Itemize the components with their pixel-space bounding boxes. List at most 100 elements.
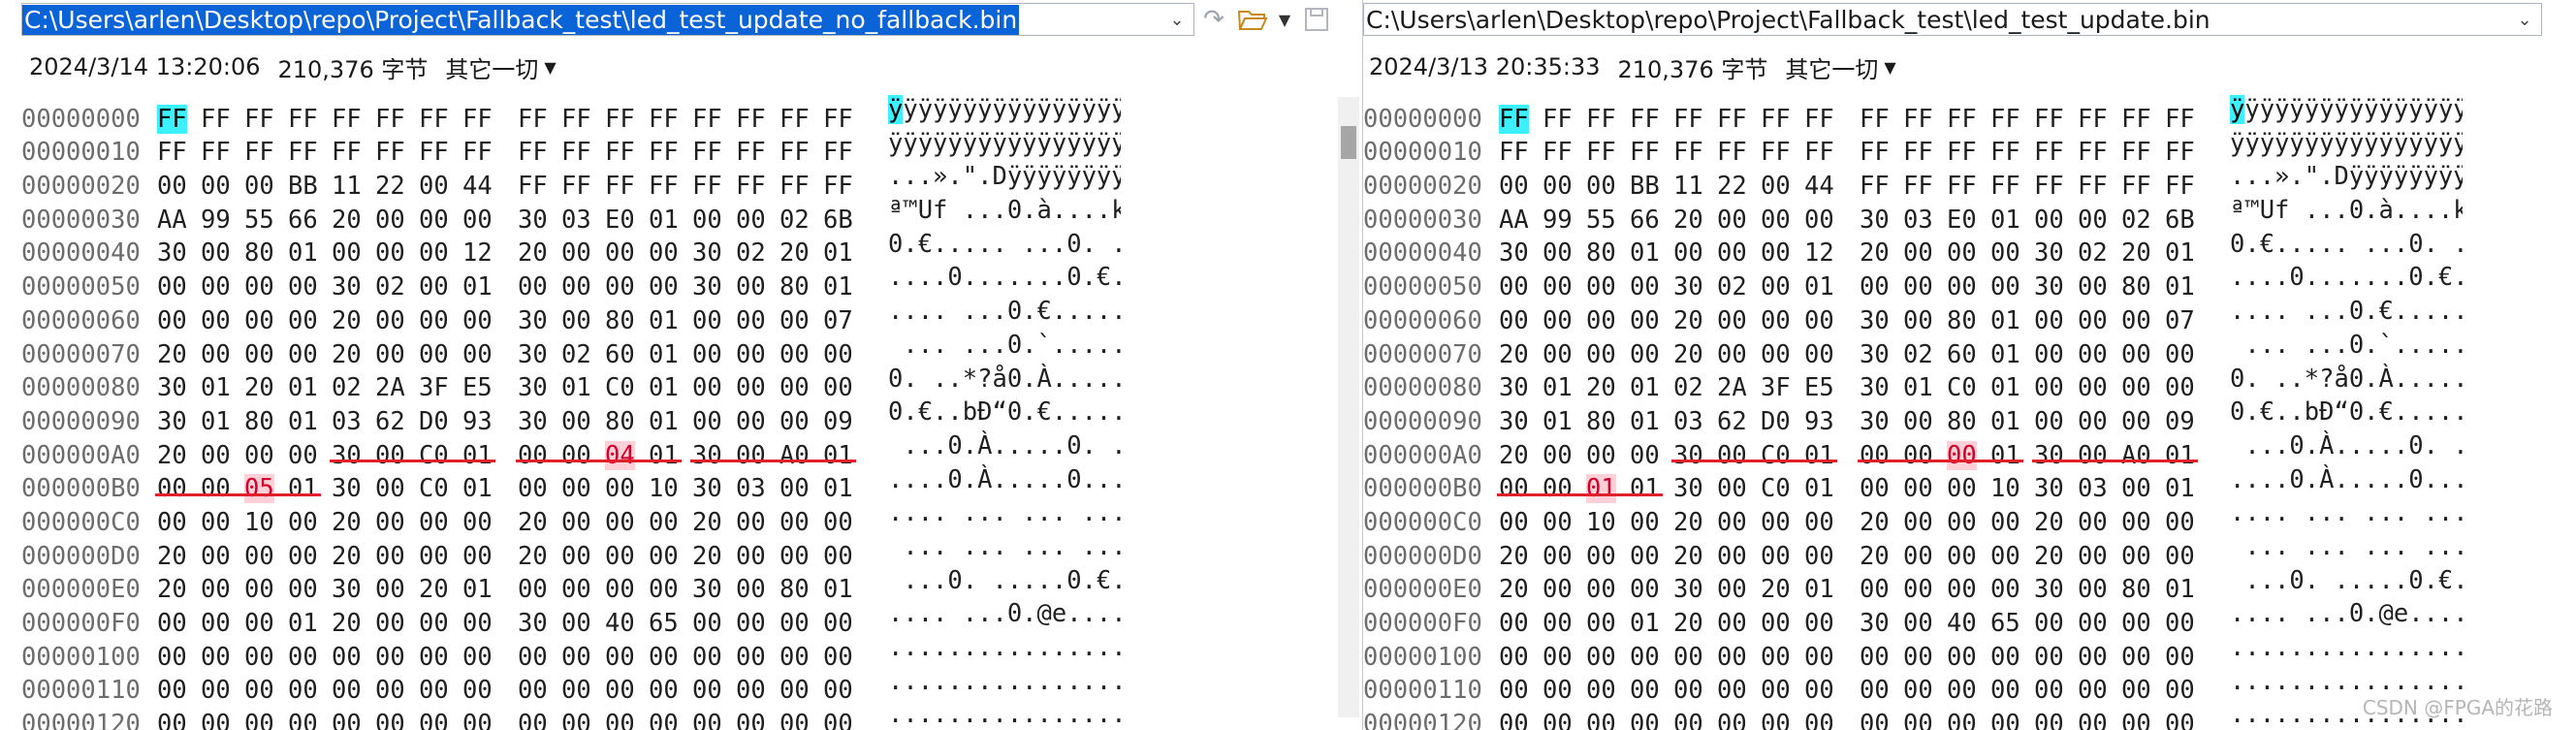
chevron-down-icon[interactable]: ⌄ [1164, 6, 1190, 33]
hex-row[interactable]: 00000100 00 00 00 00 00 00 00 00 00 00 00 00 00 00 00 00… [21, 631, 1121, 672]
hex-byte[interactable]: 00 [2078, 708, 2121, 730]
ascii-column[interactable]: ................ [888, 698, 1121, 730]
ascii-column[interactable]: .... ...0.@e.... [888, 597, 1121, 631]
hex-byte[interactable]: 00 [1990, 708, 2034, 730]
hex-byte[interactable]: 00 [605, 708, 649, 730]
ascii-column[interactable]: ...0.À.....0. . [2230, 429, 2463, 463]
hex-row[interactable]: 00000030 AA 99 55 66 20 00 00 00 30 03 E0 01 00 00 02 6B… [21, 194, 1121, 235]
ascii-column[interactable]: ................ [2230, 631, 2463, 665]
hex-row[interactable]: 000000C0 00 00 10 00 20 00 00 00 20 00 00 00 20 00 00 00… [1363, 496, 2463, 537]
ascii-column[interactable]: ª™Uf ...0.à....k [888, 194, 1121, 228]
hex-row[interactable]: 00000030 AA 99 55 66 20 00 00 00 30 03 E0 01 00 00 02 6B… [1363, 194, 2463, 235]
ascii-column[interactable]: ....0.......0.€. [888, 261, 1121, 295]
hex-row[interactable]: 00000020 00 00 00 BB 11 22 00 44 FF FF FF FF FF FF FF FF… [21, 160, 1121, 201]
ascii-column[interactable]: ....0.À.....0... [2230, 463, 2463, 497]
hex-byte[interactable]: 00 [2165, 708, 2209, 730]
hex-row[interactable]: 00000080 30 01 20 01 02 2A 3F E5 30 01 C0 01 00 00 00 00… [21, 363, 1121, 403]
hex-byte[interactable]: 00 [1804, 708, 1848, 730]
hex-byte[interactable]: 00 [1947, 708, 1990, 730]
ascii-column[interactable]: .... ...0.€..... [2230, 295, 2463, 329]
hex-byte[interactable]: 00 [1903, 708, 1947, 730]
left-path-combobox[interactable]: C:\Users\arlen\Desktop\repo\Project\Fall… [21, 3, 1194, 36]
hex-byte[interactable]: 00 [649, 708, 692, 730]
right-hex-view[interactable]: 00000000 FF FF FF FF FF FF FF FF FF FF FF FF FF FF FF FF… [1363, 93, 2463, 730]
left-encoding[interactable]: 其它一切 [445, 50, 538, 84]
hex-byte[interactable]: 00 [419, 708, 462, 730]
hex-row[interactable]: 00000100 00 00 00 00 00 00 00 00 00 00 00 00 00 00 00 00… [1363, 631, 2463, 672]
hex-byte[interactable]: 00 [1586, 708, 1630, 730]
hex-row[interactable]: 00000090 30 01 80 01 03 62 D0 93 30 00 80 01 00 00 00 09… [1363, 396, 2463, 436]
hex-row[interactable]: 000000C0 00 00 10 00 20 00 00 00 20 00 00 00 20 00 00 00… [21, 496, 1121, 537]
hex-byte[interactable]: 00 [462, 708, 506, 730]
ascii-column[interactable]: 0.€..... ...0. . [2230, 228, 2463, 262]
ascii-column[interactable]: 0. ..*?å0.À..... [888, 363, 1121, 397]
hex-row[interactable]: 00000080 30 01 20 01 02 2A 3F E5 30 01 C0 01 00 00 00 00… [1363, 363, 2463, 403]
hex-byte[interactable]: 00 [2121, 708, 2165, 730]
hex-row[interactable]: 00000000 FF FF FF FF FF FF FF FF FF FF FF FF FF FF FF FF… [1363, 93, 2463, 134]
ascii-column[interactable]: ................ [888, 631, 1121, 665]
hex-row[interactable]: 000000D0 20 00 00 00 20 00 00 00 20 00 00 00 20 00 00 00… [1363, 530, 2463, 571]
ascii-column[interactable]: ÿÿÿÿÿÿÿÿÿÿÿÿÿÿÿÿ [2230, 93, 2463, 127]
save-icon[interactable] [1297, 3, 1336, 36]
chevron-down-icon[interactable]: ▼ [1272, 3, 1297, 36]
left-path-text[interactable]: C:\Users\arlen\Desktop\repo\Project\Fall… [22, 4, 1020, 35]
hex-byte[interactable]: 00 [157, 708, 201, 730]
hex-byte[interactable]: 00 [288, 708, 332, 730]
ascii-column[interactable]: ... ...0.`..... [888, 329, 1121, 363]
ascii-column[interactable]: 0. ..*?å0.À..... [2230, 363, 2463, 397]
ascii-column[interactable]: ... ... ... ... [888, 530, 1121, 564]
hex-row[interactable]: 00000050 00 00 00 00 30 02 00 01 00 00 00 00 30 00 80 01… [21, 261, 1121, 302]
ascii-column[interactable]: ª™Uf ...0.à....k [2230, 194, 2463, 228]
right-path-combobox[interactable]: C:\Users\arlen\Desktop\repo\Project\Fall… [1363, 3, 2542, 36]
hex-row[interactable]: 000000D0 20 00 00 00 20 00 00 00 20 00 00 00 20 00 00 00… [21, 530, 1121, 571]
hex-row[interactable]: 000000B0 00 00 01 01 30 00 C0 01 00 00 00 10 30 03 00 01… [1363, 463, 2463, 504]
hex-row[interactable]: 00000000 FF FF FF FF FF FF FF FF FF FF FF FF FF FF FF FF… [21, 93, 1121, 134]
ascii-column[interactable]: .... ...0.€..... [888, 295, 1121, 329]
undo-icon[interactable]: ↷ [1194, 3, 1233, 36]
folder-open-icon[interactable] [1233, 3, 1272, 36]
hex-byte[interactable]: 00 [375, 708, 419, 730]
hex-byte[interactable]: 00 [332, 708, 375, 730]
hex-row[interactable]: 00000020 00 00 00 BB 11 22 00 44 FF FF FF FF FF FF FF FF… [1363, 160, 2463, 201]
hex-byte[interactable]: 00 [779, 708, 823, 730]
hex-byte[interactable]: 00 [561, 708, 605, 730]
ascii-column[interactable]: ÿÿÿÿÿÿÿÿÿÿÿÿÿÿÿÿ [888, 127, 1121, 161]
ascii-column[interactable]: ...0. .....0.€. [2230, 564, 2463, 598]
hex-row[interactable]: 00000040 30 00 80 01 00 00 00 12 20 00 00 00 30 02 20 01… [21, 228, 1121, 269]
right-path-text[interactable]: C:\Users\arlen\Desktop\repo\Project\Fall… [1364, 6, 2210, 34]
hex-byte[interactable]: 00 [244, 708, 288, 730]
hex-byte[interactable]: 00 [1761, 708, 1804, 730]
hex-row[interactable]: 00000090 30 01 80 01 03 62 D0 93 30 00 80 01 00 00 00 09… [21, 396, 1121, 436]
ascii-column[interactable]: ÿÿÿÿÿÿÿÿÿÿÿÿÿÿÿÿ [888, 93, 1121, 127]
hex-byte[interactable]: 00 [201, 708, 244, 730]
ascii-column[interactable]: ÿÿÿÿÿÿÿÿÿÿÿÿÿÿÿÿ [2230, 127, 2463, 161]
hex-row[interactable]: 000000A0 20 00 00 00 30 00 C0 01 00 00 04 01 30 00 A0 01… [21, 429, 1121, 470]
hex-row[interactable]: 00000050 00 00 00 00 30 02 00 01 00 00 00 00 30 00 80 01… [1363, 261, 2463, 302]
hex-row[interactable]: 00000070 20 00 00 00 20 00 00 00 30 02 60 01 00 00 00 00… [21, 329, 1121, 369]
hex-row[interactable]: 00000010 FF FF FF FF FF FF FF FF FF FF FF FF FF FF FF FF… [1363, 127, 2463, 168]
hex-row[interactable]: 00000110 00 00 00 00 00 00 00 00 00 00 00 00 00 00 00 00… [1363, 665, 2463, 706]
ascii-column[interactable]: 0.€..bÐ“0.€..... [2230, 396, 2463, 429]
hex-byte[interactable]: 00 [1860, 708, 1903, 730]
hex-row[interactable]: 00000010 FF FF FF FF FF FF FF FF FF FF FF FF FF FF FF FF… [21, 127, 1121, 168]
hex-byte[interactable]: 00 [823, 708, 867, 730]
hex-row[interactable]: 000000E0 20 00 00 00 30 00 20 01 00 00 00 00 30 00 80 01… [1363, 564, 2463, 605]
hex-byte[interactable]: 00 [1673, 708, 1717, 730]
ascii-column[interactable]: .... ...0.@e.... [2230, 597, 2463, 631]
ascii-column[interactable]: ................ [888, 665, 1121, 699]
ascii-column[interactable]: .... ... ... ... [888, 496, 1121, 530]
hex-row[interactable]: 00000060 00 00 00 00 20 00 00 00 30 00 80 01 00 00 00 07… [1363, 295, 2463, 335]
ascii-column[interactable]: ... ...0.`..... [2230, 329, 2463, 363]
ascii-column[interactable]: ...0. .....0.€. [888, 564, 1121, 598]
ascii-column[interactable]: ...».".Dÿÿÿÿÿÿÿÿ [2230, 160, 2463, 194]
ascii-column[interactable]: ...».".Dÿÿÿÿÿÿÿÿ [888, 160, 1121, 194]
ascii-column[interactable]: ...0.À.....0. . [888, 429, 1121, 463]
hex-byte[interactable]: 00 [518, 708, 561, 730]
hex-byte[interactable]: 00 [1630, 708, 1673, 730]
hex-byte[interactable]: 00 [692, 708, 736, 730]
hex-row[interactable]: 000000B0 00 00 05 01 30 00 C0 01 00 00 00 10 30 03 00 01… [21, 463, 1121, 504]
hex-row[interactable]: 000000A0 20 00 00 00 30 00 C0 01 00 00 00 01 30 00 A0 01… [1363, 429, 2463, 470]
left-scrollbar[interactable] [1338, 97, 1359, 717]
hex-row[interactable]: 000000F0 00 00 00 01 20 00 00 00 30 00 40 65 00 00 00 00… [1363, 597, 2463, 638]
hex-row[interactable]: 00000110 00 00 00 00 00 00 00 00 00 00 00 00 00 00 00 00… [21, 665, 1121, 706]
